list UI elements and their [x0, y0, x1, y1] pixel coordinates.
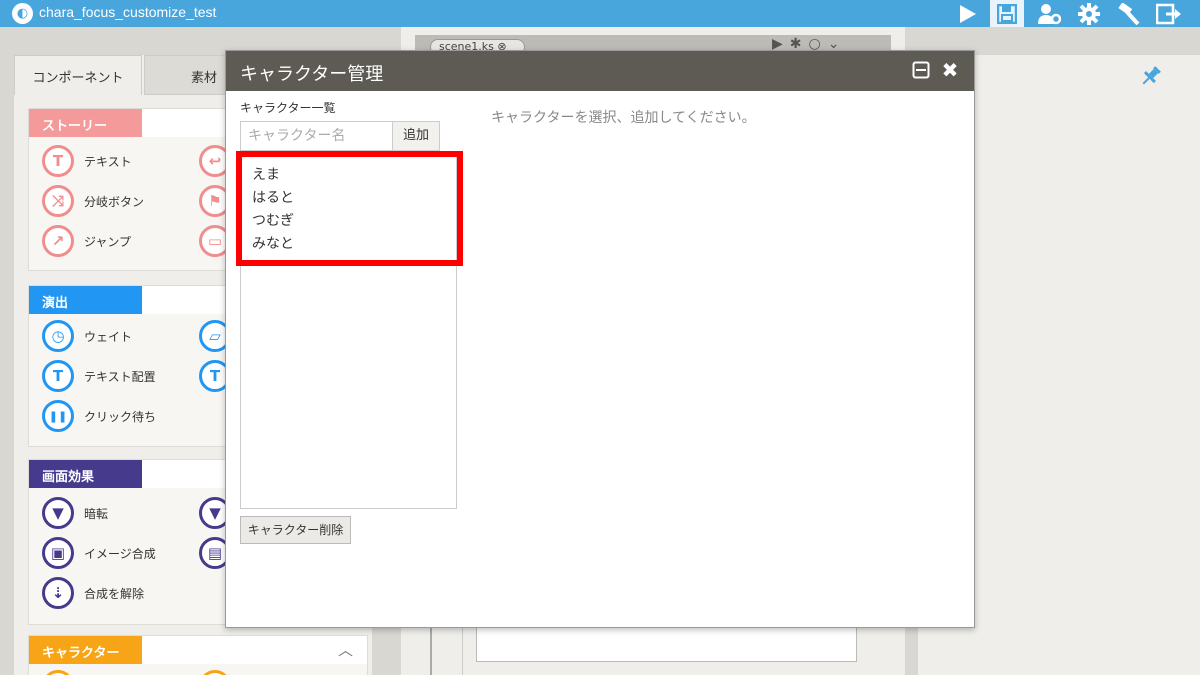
- unblend-icon: ⇣: [42, 577, 74, 609]
- close-icon[interactable]: ✖: [940, 60, 960, 80]
- highlight-box: [236, 151, 463, 266]
- clock-icon: ◷: [42, 320, 74, 352]
- play-icon[interactable]: [950, 0, 984, 27]
- divider: [430, 626, 432, 675]
- section-title: キャラクター: [29, 636, 142, 664]
- add-character-button[interactable]: 追加: [392, 121, 440, 151]
- top-bar: ◐ chara_focus_customize_test: [0, 0, 1200, 27]
- chevron-up-icon[interactable]: ︿: [338, 639, 353, 660]
- app-title: chara_focus_customize_test: [39, 4, 217, 20]
- globe-icon: ◐: [12, 3, 33, 24]
- tab-components[interactable]: コンポーネント: [14, 55, 142, 95]
- text-icon: T: [42, 145, 74, 177]
- dialog-title: キャラクター管理: [240, 64, 384, 85]
- pin-icon[interactable]: [1139, 64, 1163, 93]
- section-character: キャラクター ︿: [28, 635, 368, 675]
- user-settings-icon[interactable]: [1032, 0, 1066, 27]
- save-icon[interactable]: [990, 0, 1024, 27]
- character-manager-dialog: キャラクター管理 ✖ キャラクター一覧 追加 えま はると つむぎ みなと キャ…: [225, 50, 975, 628]
- character-icon: [199, 670, 231, 675]
- dialog-titlebar[interactable]: キャラクター管理 ✖: [226, 51, 974, 91]
- select-message: キャラクターを選択、追加してください。: [491, 110, 756, 126]
- build-hammer-icon[interactable]: [1112, 0, 1146, 27]
- character-list-heading: キャラクター一覧: [240, 101, 336, 115]
- section-title: 画面効果: [29, 460, 142, 488]
- character-name-input[interactable]: [240, 121, 393, 151]
- divider: [462, 626, 463, 675]
- section-title: 演出: [29, 286, 142, 314]
- minimize-icon[interactable]: [911, 61, 931, 81]
- branch-icon: ⤨: [42, 185, 74, 217]
- character-icon: [42, 670, 74, 675]
- jump-icon: ↗: [42, 225, 74, 257]
- section-title: ストーリー: [29, 109, 142, 137]
- pause-icon: ❚❚: [42, 400, 74, 432]
- export-icon[interactable]: [1152, 0, 1186, 27]
- delete-character-button[interactable]: キャラクター削除: [240, 516, 351, 544]
- image-icon: ▣: [42, 537, 74, 569]
- text-position-icon: T: [42, 360, 74, 392]
- gear-icon[interactable]: [1072, 0, 1106, 27]
- blackout-icon: ▼: [42, 497, 74, 529]
